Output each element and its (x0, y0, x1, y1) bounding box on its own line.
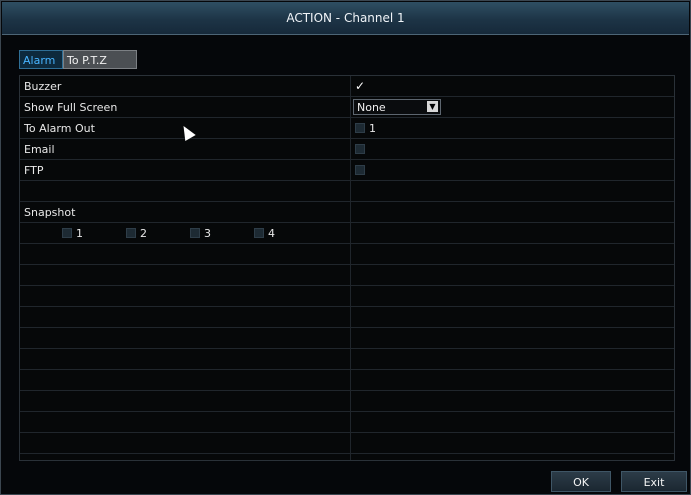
buzzer-label: Buzzer (24, 80, 62, 93)
snapshot-label: Snapshot (24, 206, 76, 219)
ok-button[interactable]: OK (551, 471, 611, 492)
settings-table: Buzzer ✓ Show Full Screen None ▼ To Alar… (19, 75, 675, 461)
snapshot-channel-4-label: 4 (268, 227, 275, 240)
row-empty (20, 244, 674, 265)
exit-button[interactable]: Exit (621, 471, 687, 492)
row-email: Email (20, 139, 674, 160)
row-buzzer: Buzzer ✓ (20, 76, 674, 97)
row-empty (20, 349, 674, 370)
full-screen-value: None (357, 101, 386, 114)
window-title: ACTION - Channel 1 (2, 2, 689, 35)
row-snapshot: Snapshot (20, 202, 674, 223)
row-alarm-out: To Alarm Out 1 (20, 118, 674, 139)
snapshot-channel-2-checkbox[interactable] (126, 228, 136, 238)
row-empty (20, 265, 674, 286)
ftp-checkbox[interactable] (355, 165, 365, 175)
email-label: Email (24, 143, 55, 156)
tab-to-ptz[interactable]: To P.T.Z (63, 50, 137, 69)
row-snapshot-channels: 1 2 3 4 (20, 223, 674, 244)
row-full-screen: Show Full Screen None ▼ (20, 97, 674, 118)
snapshot-channel-2-label: 2 (140, 227, 147, 240)
full-screen-label: Show Full Screen (24, 101, 118, 114)
snapshot-channel-1-checkbox[interactable] (62, 228, 72, 238)
chevron-down-icon[interactable]: ▼ (427, 101, 438, 112)
email-checkbox[interactable] (355, 144, 365, 154)
row-empty (20, 286, 674, 307)
row-empty (20, 412, 674, 433)
action-dialog: ACTION - Channel 1 Alarm To P.T.Z Buzzer… (0, 0, 691, 495)
tab-alarm[interactable]: Alarm (19, 50, 63, 69)
snapshot-channel-3-label: 3 (204, 227, 211, 240)
alarm-out-option-label: 1 (369, 122, 376, 135)
row-empty (20, 181, 674, 202)
row-empty (20, 307, 674, 328)
row-empty (20, 328, 674, 349)
alarm-out-label: To Alarm Out (24, 122, 95, 135)
alarm-out-checkbox[interactable] (355, 123, 365, 133)
snapshot-channel-1-label: 1 (76, 227, 83, 240)
row-empty (20, 370, 674, 391)
buzzer-checkbox[interactable]: ✓ (355, 80, 367, 92)
ftp-label: FTP (24, 164, 44, 177)
row-ftp: FTP (20, 160, 674, 181)
full-screen-select[interactable]: None ▼ (353, 99, 441, 115)
snapshot-channel-4-checkbox[interactable] (254, 228, 264, 238)
row-empty (20, 433, 674, 454)
row-empty (20, 391, 674, 412)
snapshot-channel-3-checkbox[interactable] (190, 228, 200, 238)
